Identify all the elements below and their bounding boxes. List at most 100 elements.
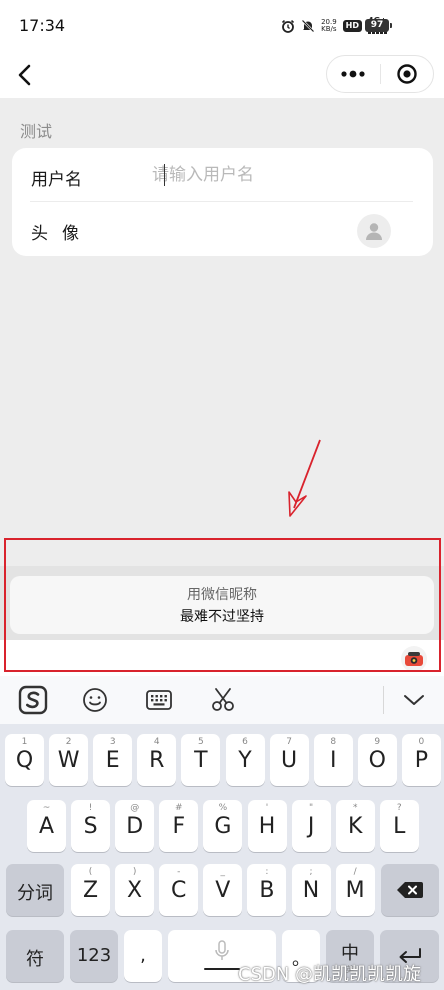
key-x[interactable]: ) X [115,864,155,916]
scissors-icon[interactable] [206,684,240,716]
key-g[interactable]: % G [203,800,243,852]
key-secondary-char: 9 [374,737,381,747]
annotation-arrow-icon [288,439,321,517]
key-b[interactable]: :B [247,864,287,916]
network-speed: 20.9 KB/s [321,17,337,33]
key-secondary-char: ; [309,867,313,877]
key-secondary-char: 7 [286,737,292,747]
key-secondary-char: * [352,803,358,813]
key-char: G [214,814,232,839]
key-k[interactable]: * K [335,800,375,852]
key-secondary-char: 4 [153,737,160,747]
key-char: M [345,878,365,903]
comma-key[interactable]: , [124,930,162,982]
key-secondary-char: 6 [242,737,248,747]
key-n[interactable]: ; N [291,864,331,916]
key-char: A [38,814,55,839]
more-dots-icon[interactable] [327,56,380,92]
number-key[interactable]: 123 [70,930,118,982]
key-e[interactable]: 3E [93,734,133,786]
key-t[interactable]: 5T [181,734,221,786]
key-m[interactable]: / M [335,864,375,916]
key-char: R [149,748,165,773]
key-char: X [127,878,143,903]
key-char: N [302,878,320,903]
key-char: W [57,748,80,773]
key-y[interactable]: 6Y [225,734,265,786]
key-l[interactable]: ? L [379,800,419,852]
key-s[interactable]: ! S [71,800,111,852]
battery-indicator: 97 [365,19,392,32]
key-char: Z [82,878,99,903]
key-z[interactable]: (Z [71,864,110,916]
key-secondary-char: # [175,803,183,813]
key-w[interactable]: 2W [49,734,89,786]
key-secondary-char: ( [88,867,93,877]
key-secondary-char: 1 [21,737,28,747]
key-f[interactable]: # F [159,800,199,852]
section-title: 测试 [20,122,53,141]
key-secondary-char: @ [130,803,140,813]
key-secondary-char: ' [265,803,269,813]
mini-program-capsule [326,55,434,93]
avatar-label: 头像 [31,224,93,244]
user-placeholder-icon [366,223,382,240]
key-h[interactable]: ' H [247,800,287,852]
key-r[interactable]: 4R [137,734,177,786]
key-secondary-char: 0 [418,737,425,747]
alarm-icon [282,19,295,33]
key-c[interactable]: -C [159,864,199,916]
chevron-left-icon[interactable] [8,58,42,92]
key-secondary-char: / [353,867,357,877]
key-i[interactable]: 8I [313,734,353,786]
key-secondary-char: _ [220,867,226,877]
annotation-highlight-frame [4,538,441,672]
key-secondary-char: 8 [330,737,337,747]
key-u[interactable]: 7U [269,734,309,786]
key-secondary-char: - [177,867,181,877]
key-q[interactable]: 1Q [5,734,44,786]
key-secondary-char: % [218,803,228,813]
profile-form-card: 用户名 头像 [12,148,433,256]
username-input[interactable] [152,158,402,192]
key-v[interactable]: _ V [203,864,243,916]
status-time: 17:34 [19,16,66,35]
toolbar-divider [383,686,384,714]
key-j[interactable]: " J [291,800,331,852]
key-char: U [281,748,298,773]
key-a[interactable]: ~ A [27,800,66,852]
key-secondary-char: : [265,867,269,877]
text-cursor [164,164,165,186]
key-char: V [215,878,231,903]
key-char: J [307,814,315,839]
key-p[interactable]: 0P [401,734,441,786]
key-char: O [368,748,386,773]
key-d[interactable]: @ D [115,800,155,852]
target-circle-icon[interactable] [380,56,433,92]
keyboard-icon[interactable] [142,684,176,716]
keyboard-toolbar [0,676,444,724]
chevron-down-icon[interactable] [397,684,431,716]
nav-bar [0,52,444,98]
key-char: T [194,748,208,773]
emoji-icon[interactable] [78,684,112,716]
csdn-watermark: CSDN @凯凯凯凯凯旋 [238,964,422,985]
backspace-key[interactable] [381,864,439,916]
avatar-row[interactable]: 头像 [12,202,433,256]
hd-badge: HD [342,19,362,32]
key-char: H [258,814,276,839]
key-secondary-char: 3 [109,737,116,747]
key-char: S [83,814,98,839]
key-o[interactable]: 9O [357,734,397,786]
sogou-logo-icon[interactable] [16,684,50,716]
soft-keyboard: 1Q2W3E4R5T6Y7U8I9O0P ~ A! S @ D # F% G ' H " J * K? L … [0,724,444,990]
username-label: 用户名 [31,170,82,190]
symbol-key[interactable]: 符 [6,930,64,982]
avatar[interactable] [357,214,391,248]
key-secondary-char: " [309,803,314,813]
space-bar-line [204,968,240,970]
segment-key[interactable]: 分词 [6,864,64,916]
key-char: D [126,814,144,839]
status-bar: 17:34 20.9KB/s HD 4G+ 97 [0,0,444,52]
key-secondary-char: 2 [65,737,72,747]
